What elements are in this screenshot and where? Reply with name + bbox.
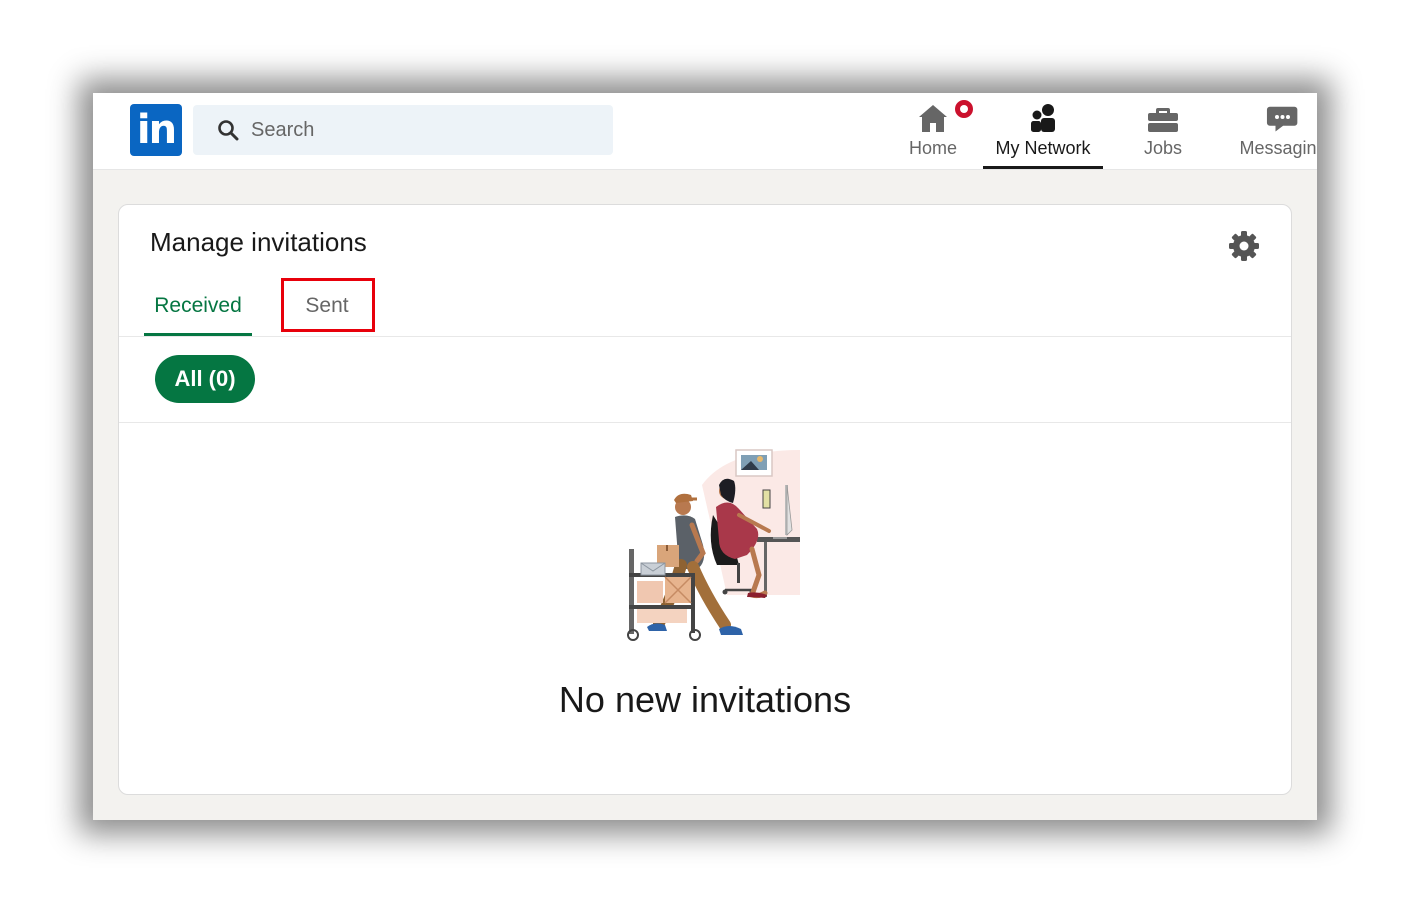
card-title: Manage invitations	[150, 227, 367, 257]
top-navbar: in Home My Network	[93, 93, 1317, 170]
empty-state-message: No new invitations	[558, 679, 852, 720]
nav-jobs[interactable]: Jobs	[1113, 93, 1213, 169]
briefcase-icon	[1148, 108, 1178, 132]
linkedin-logo[interactable]: in	[130, 104, 182, 156]
nav-jobs-label: Jobs	[1143, 138, 1183, 158]
people-working-illustration	[627, 449, 800, 641]
tab-received[interactable]: Received	[144, 269, 252, 336]
manage-invitations-card: Manage invitations Received Sent All (0)	[118, 204, 1292, 795]
nav-home[interactable]: Home	[883, 93, 983, 169]
browser-frame: in Home My Network	[93, 93, 1317, 820]
gear-icon[interactable]	[1227, 229, 1261, 263]
filter-all-pill[interactable]: All (0)	[155, 355, 255, 403]
invitation-tabs: Received Sent	[119, 269, 1291, 337]
nav-home-label: Home	[908, 138, 957, 158]
home-icon	[919, 105, 947, 132]
notification-badge	[953, 98, 975, 120]
tab-sent[interactable]: Sent	[282, 269, 372, 335]
nav-my-network[interactable]: My Network	[983, 93, 1103, 169]
network-icon	[1031, 104, 1055, 132]
messaging-icon	[1266, 106, 1298, 132]
filter-bar: All (0)	[119, 337, 1291, 423]
nav-messaging[interactable]: Messaging	[1233, 93, 1317, 169]
search-bar[interactable]	[193, 105, 613, 155]
search-input[interactable]	[251, 105, 591, 155]
search-icon	[218, 120, 239, 141]
nav-my-network-label: My Network	[995, 138, 1091, 158]
nav-messaging-label: Messaging	[1239, 138, 1317, 158]
